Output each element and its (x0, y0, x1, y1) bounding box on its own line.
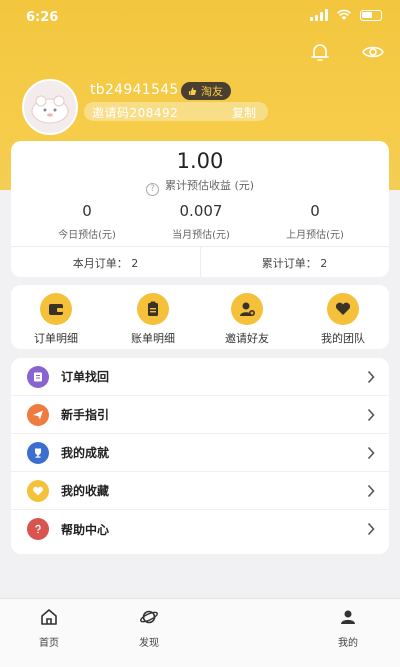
menu-label: 订单找回 (61, 370, 110, 384)
tab-label: 我的 (338, 638, 358, 649)
status-time: 6:26 (26, 10, 59, 25)
stat-label: 当月预估(元) (172, 230, 230, 241)
tool-label: 订单明细 (34, 332, 78, 345)
member-badge: 淘友 (181, 82, 231, 100)
username: tb24941545 (90, 82, 179, 98)
menu-card: 订单找回 新手指引 我的成就 我的收藏 帮助中心 (11, 358, 389, 554)
wifi-icon (336, 9, 352, 20)
chevron-right-icon (367, 522, 375, 536)
total-earnings-label: ? 累计预估收益 (元) (11, 177, 389, 196)
tool-invite-friends[interactable]: 邀请好友 (207, 293, 287, 346)
tool-label: 我的团队 (321, 332, 365, 345)
tool-label: 账单明细 (131, 332, 175, 345)
clipboard-icon (137, 293, 169, 325)
invite-code-row: 邀请码208492 复制 (84, 102, 268, 121)
total-earnings-value: 1.00 (176, 149, 224, 173)
menu-item-achievements[interactable]: 我的成就 (11, 434, 389, 472)
stat-today: 0 今日预估(元) (27, 202, 147, 241)
stat-value: 0.007 (179, 202, 223, 220)
chevron-right-icon (367, 408, 375, 422)
stat-value: 0 (82, 202, 92, 220)
copy-button[interactable]: 复制 (232, 104, 256, 121)
total-orders[interactable]: 累计订单： 2 (200, 255, 389, 271)
paper-plane-icon (27, 403, 49, 426)
menu-item-help-center[interactable]: 帮助中心 (11, 510, 389, 548)
stat-label: 上月预估(元) (286, 230, 344, 241)
user-icon (341, 610, 355, 624)
wallet-icon (40, 293, 72, 325)
tool-bill-details[interactable]: 账单明细 (113, 293, 193, 346)
heart-icon (27, 479, 49, 502)
tab-label: 首页 (39, 638, 59, 649)
tool-order-details[interactable]: 订单明细 (16, 293, 96, 346)
menu-label: 我的成就 (61, 446, 110, 460)
earnings-card: 1.00 ? 累计预估收益 (元) 0 今日预估(元) 0.007 当月预估(元)… (11, 141, 389, 277)
tab-label: 发现 (139, 638, 159, 649)
tool-my-team[interactable]: 我的团队 (303, 293, 383, 346)
help-icon (27, 518, 49, 540)
tool-label: 邀请好友 (225, 332, 269, 345)
menu-label: 我的收藏 (61, 484, 110, 498)
invite-code: 邀请码208492 (92, 106, 179, 120)
menu-item-favorites[interactable]: 我的收藏 (11, 472, 389, 510)
avatar-image (31, 95, 69, 124)
menu-label: 帮助中心 (61, 522, 110, 537)
stat-value: 0 (310, 202, 320, 220)
battery-icon (360, 9, 382, 21)
menu-item-order-recover[interactable]: 订单找回 (11, 358, 389, 396)
stat-last-month: 0 上月预估(元) (255, 202, 375, 241)
status-icons (310, 9, 382, 21)
monthly-orders[interactable]: 本月订单： 2 (11, 255, 200, 271)
menu-label: 新手指引 (61, 408, 110, 422)
heart-icon (327, 293, 359, 325)
tab-mine[interactable]: 我的 (318, 607, 378, 649)
total-earnings-text: 累计预估收益 (元) (164, 179, 255, 192)
question-icon[interactable]: ? (145, 183, 159, 196)
stat-label: 今日预估(元) (58, 230, 116, 241)
tab-bar: 首页 发现 我的 (0, 598, 400, 667)
bell-icon[interactable] (308, 40, 332, 64)
home-icon (41, 609, 57, 625)
thumb-icon (189, 87, 197, 95)
order-recover-icon (27, 365, 49, 388)
chevron-right-icon (367, 446, 375, 460)
tools-card: 订单明细 账单明细 邀请好友 我的团队 (11, 285, 389, 349)
menu-item-beginner-guide[interactable]: 新手指引 (11, 396, 389, 434)
add-friend-icon (231, 293, 263, 325)
chevron-right-icon (367, 370, 375, 384)
badge-label: 淘友 (201, 85, 223, 98)
eye-icon[interactable] (361, 40, 385, 64)
trophy-icon (27, 441, 49, 464)
planet-icon (140, 610, 158, 624)
stat-this-month: 0.007 当月预估(元) (141, 202, 261, 241)
status-bar: 6:26 (0, 0, 400, 36)
signal-icon (310, 9, 328, 21)
tab-home[interactable]: 首页 (19, 607, 79, 649)
avatar[interactable] (22, 79, 78, 135)
tab-discover[interactable]: 发现 (119, 607, 179, 649)
chevron-right-icon (367, 484, 375, 498)
